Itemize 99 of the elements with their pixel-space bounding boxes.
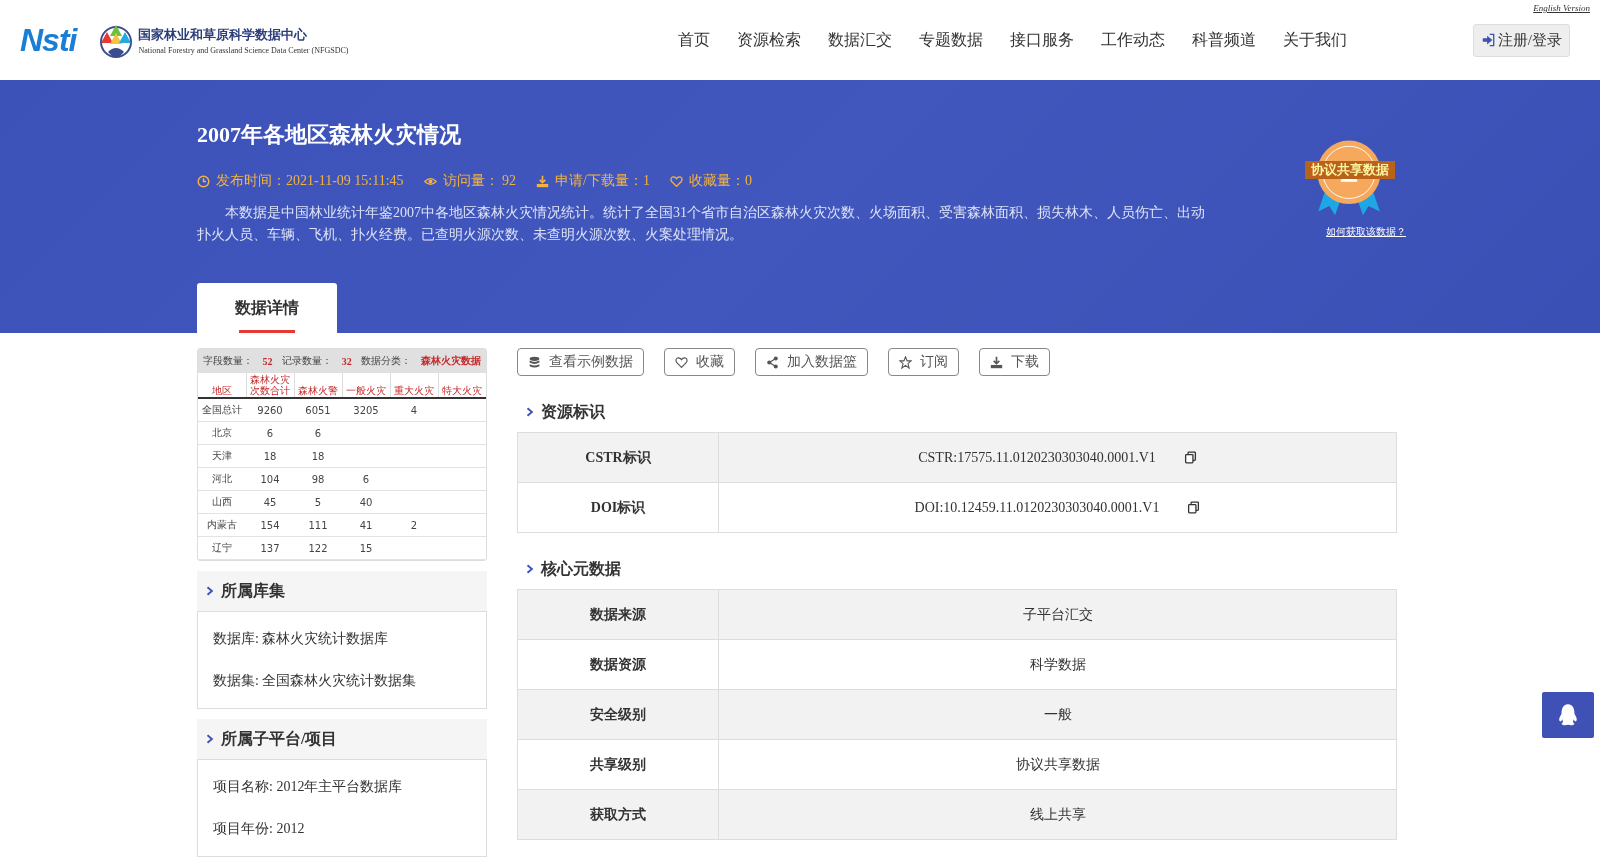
nav-link[interactable]: 首页: [678, 29, 710, 51]
table-cell: 天津: [198, 444, 246, 468]
field-value: CSTR:17575.11.0120230303040.0001.V1: [918, 449, 1156, 466]
action-button[interactable]: 查看示例数据: [517, 348, 644, 376]
table-cell: 全国总计: [198, 398, 246, 422]
section-title: 资源标识: [541, 401, 605, 422]
table-cell: 6: [294, 421, 342, 445]
info-text: 项目年份: 2012: [213, 820, 306, 838]
chevron-icon: [205, 733, 215, 745]
chevron-icon: [525, 563, 535, 575]
field-value: 一般: [1043, 705, 1072, 724]
summary-value: 52: [262, 355, 273, 367]
table-cell: 41: [342, 513, 390, 537]
column-header: 森林火灾次数合计: [246, 373, 294, 398]
organization-name: 国家林业和草原科学数据中心: [138, 25, 309, 44]
chevron-icon: [525, 406, 535, 418]
login-button[interactable]: 注册/登录: [1472, 23, 1570, 57]
field-label: DOI标识: [518, 483, 719, 532]
column-header: 特大火灾: [438, 373, 486, 398]
table-cell: 40: [342, 490, 390, 514]
summary-label: 数据分类：: [361, 354, 412, 368]
table-cell: 104: [246, 467, 294, 491]
table-cell: 2: [390, 513, 438, 537]
table-cell: 河北: [198, 467, 246, 491]
field-label: 获取方式: [518, 790, 719, 839]
download-icon: [536, 174, 550, 188]
action-button[interactable]: 订阅: [888, 348, 959, 376]
meta-text: 发布时间：2021-11-09 15:11:45: [216, 172, 404, 190]
column-header: 地区: [198, 373, 246, 398]
table-cell: 18: [294, 444, 342, 468]
tab[interactable]: 数据详情: [197, 283, 337, 333]
clock-icon: [197, 174, 210, 188]
logo-text[interactable]: Nsti: [20, 21, 77, 59]
column-header: 森林火警: [294, 373, 342, 398]
table-cell: 4: [390, 398, 438, 422]
table-cell: 154: [246, 513, 294, 537]
section-title: 所属子平台/项目: [221, 728, 338, 749]
table-cell: 122: [294, 536, 342, 560]
nav-link[interactable]: 接口服务: [1010, 29, 1074, 51]
table-cell: 98: [294, 467, 342, 491]
table-cell: 18: [246, 444, 294, 468]
field-value: 线上共享: [1029, 805, 1086, 824]
table-cell: 45: [246, 490, 294, 514]
column-header: 一般火灾: [342, 373, 390, 398]
table-cell: 111: [294, 513, 342, 537]
action-button[interactable]: 收藏: [664, 348, 735, 376]
column-header: 重大火灾: [390, 373, 438, 398]
nav-link[interactable]: 数据汇交: [828, 29, 892, 51]
nav-link[interactable]: 资源检索: [737, 29, 801, 51]
table-cell: 山西: [198, 490, 246, 514]
table-cell: 内蒙古: [198, 513, 246, 537]
field-value: 子平台汇交: [1022, 605, 1093, 624]
summary-value: 32: [341, 355, 352, 367]
table-cell: 5: [294, 490, 342, 514]
dataset-title: 2007年各地区森林火灾情况: [197, 121, 462, 149]
field-value: 协议共享数据: [1015, 755, 1100, 774]
nav-link[interactable]: 工作动态: [1101, 29, 1165, 51]
share-icon: [766, 355, 779, 369]
table-cell: 3205: [342, 398, 390, 422]
summary-label: 记录数量：: [282, 354, 333, 368]
table-cell: 15: [342, 536, 390, 560]
meta-text: 收藏量：0: [688, 172, 752, 190]
table-cell: 9260: [246, 398, 294, 422]
heart-icon: [675, 355, 688, 369]
action-button[interactable]: 下载: [979, 348, 1050, 376]
meta-text: 申请/下载量：1: [555, 172, 650, 190]
chevron-icon: [205, 585, 215, 597]
star-icon: [899, 355, 912, 369]
table-cell: 137: [246, 536, 294, 560]
sign-in-icon: [1480, 33, 1495, 47]
table-cell: 6: [342, 467, 390, 491]
info-text: 项目名称: 2012年主平台数据库: [213, 778, 404, 796]
table-cell: 6051: [294, 398, 342, 422]
database-icon: [528, 355, 541, 369]
summary-label: 字段数量：: [203, 354, 253, 368]
dataset-description: 本数据是中国林业统计年鉴2007中各地区森林火灾情况统计。统计了全国31个省市自治区森林火灾次数、火场面积、受害森林面积、损失林木、人员伤亡、出动扑火人员、车辆、飞机、扑火经费。已查明火源次数、未查明火源次数、火案处理情况。: [197, 204, 1206, 244]
summary-value: 森林火灾数据: [420, 354, 481, 368]
info-text: 数据集: 全国森林火灾统计数据集: [213, 672, 418, 690]
field-value: 科学数据: [1029, 655, 1086, 674]
nav-link[interactable]: 专题数据: [919, 29, 983, 51]
table-cell: 辽宁: [198, 536, 246, 560]
field-value: DOI:10.12459.11.0120230303040.0001.V1: [914, 499, 1160, 516]
section-title: 所属库集: [221, 580, 285, 601]
chat-button[interactable]: [1542, 692, 1594, 738]
table-cell: 北京: [198, 421, 246, 445]
download-icon: [990, 355, 1003, 369]
heart-icon: [669, 174, 683, 188]
copy-icon[interactable]: [1183, 451, 1197, 464]
action-button[interactable]: 加入数据篮: [755, 348, 868, 376]
section-title: 核心元数据: [541, 558, 621, 579]
nav-link[interactable]: 关于我们: [1283, 29, 1347, 51]
organization-name-english: National Forestry and Grassland Science Data Center (NFGSDC): [138, 45, 349, 55]
meta-text: 访问量： 92: [442, 172, 517, 190]
how-to-get-data-link[interactable]: 如何获取该数据？: [1326, 225, 1406, 239]
info-text: 数据库: 森林火灾统计数据库: [213, 630, 390, 648]
nav-link[interactable]: 科普频道: [1192, 29, 1256, 51]
table-cell: 6: [246, 421, 294, 445]
copy-icon[interactable]: [1187, 501, 1201, 514]
english-version-link[interactable]: English Version: [1533, 3, 1590, 13]
